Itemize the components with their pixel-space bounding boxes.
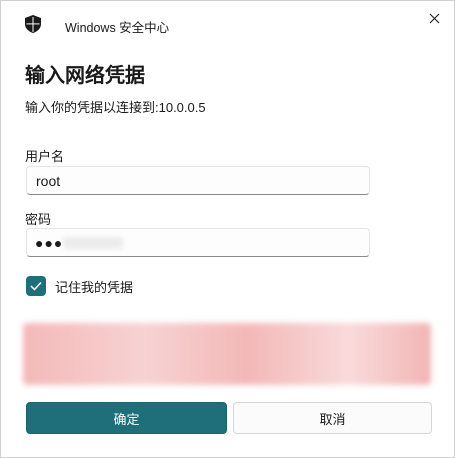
- credential-dialog: Windows 安全中心 输入网络凭据 输入你的凭据以连接到:10.0.0.5 …: [0, 0, 455, 458]
- window-title: Windows 安全中心: [65, 21, 170, 35]
- dialog-heading: 输入网络凭据: [25, 65, 145, 87]
- shield-icon: [25, 15, 41, 33]
- title-bar: Windows 安全中心: [1, 1, 454, 45]
- password-redaction: [63, 237, 123, 249]
- redacted-area: [23, 323, 431, 385]
- dialog-subtitle: 输入你的凭据以连接到:10.0.0.5: [25, 100, 206, 115]
- password-label: 密码: [25, 212, 52, 227]
- username-label: 用户名: [25, 149, 65, 164]
- remember-label: 记住我的凭据: [55, 280, 134, 295]
- remember-checkbox[interactable]: [26, 276, 46, 296]
- username-field[interactable]: [26, 166, 370, 195]
- cancel-button[interactable]: 取消: [233, 402, 432, 434]
- checkmark-icon: [30, 281, 42, 291]
- close-button[interactable]: [422, 7, 446, 29]
- password-mask: ●●●: [35, 235, 64, 251]
- close-icon: [429, 13, 439, 23]
- ok-button[interactable]: 确定: [26, 402, 227, 434]
